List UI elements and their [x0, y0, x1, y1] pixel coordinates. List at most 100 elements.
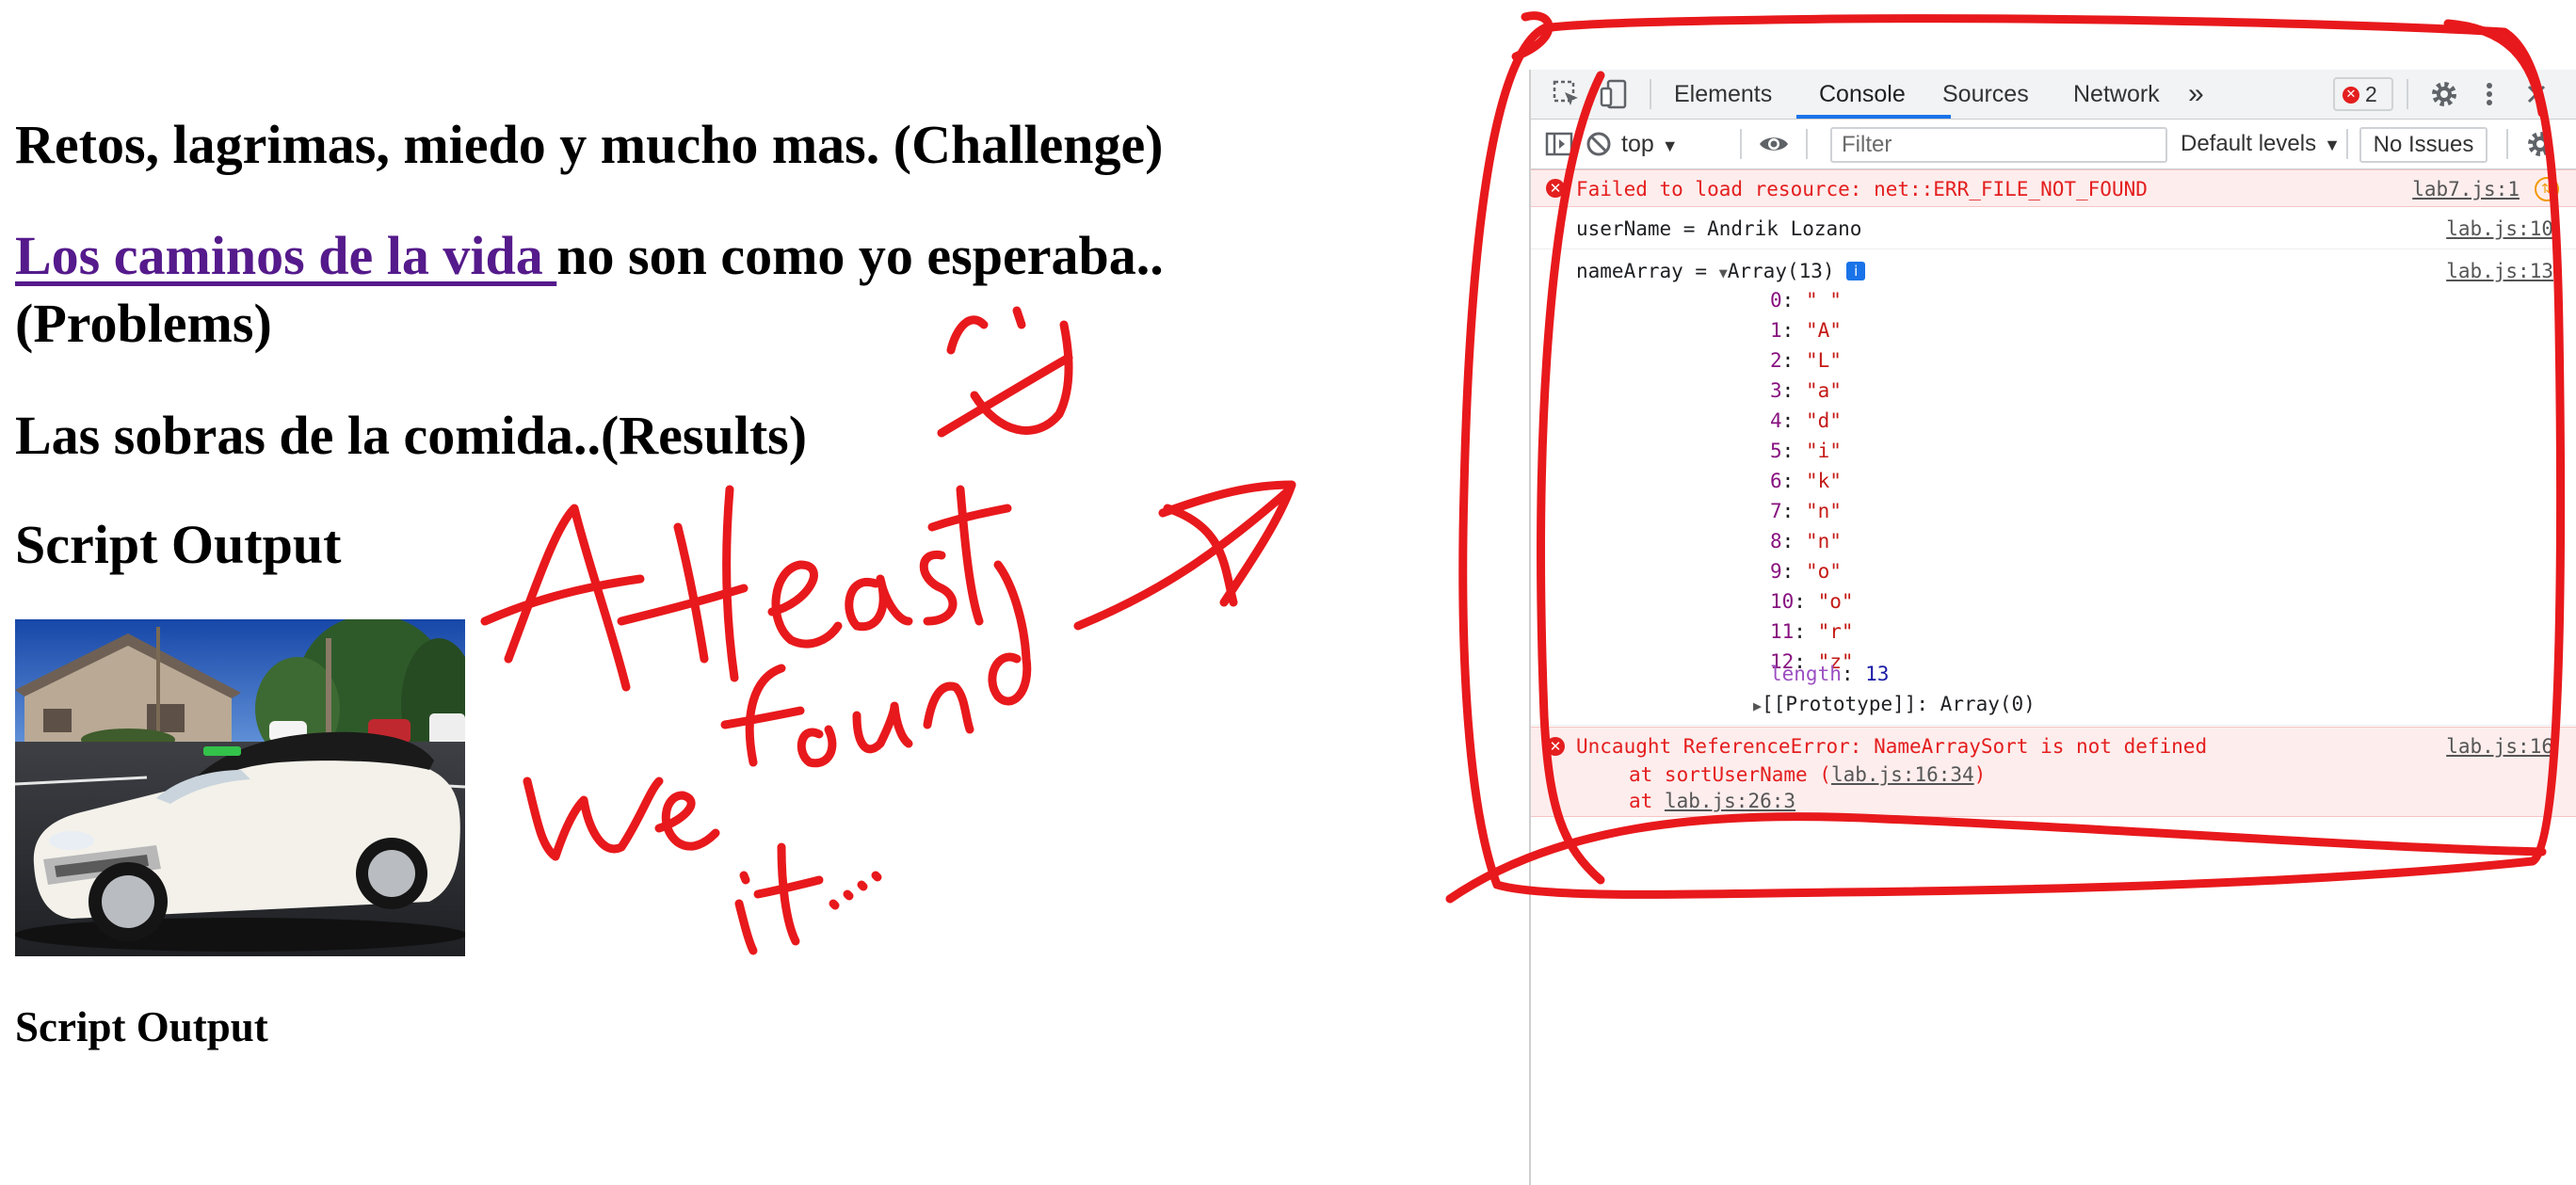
more-tabs-button[interactable]: »: [2188, 70, 2204, 119]
clear-console-icon[interactable]: [1582, 127, 1616, 161]
divider: [2506, 129, 2508, 159]
error-text: Uncaught ReferenceError: NameArraySort i…: [1576, 735, 2208, 758]
settings-gear-icon[interactable]: [2427, 77, 2461, 111]
heading-script-output: Script Output: [15, 514, 342, 575]
array-index: 0: [1770, 289, 1782, 312]
context-selector[interactable]: top ▼: [1621, 120, 1679, 168]
error-icon: ✕: [1546, 179, 1565, 198]
array-value: "d": [1805, 409, 1842, 432]
sidebar-toggle-icon[interactable]: [1542, 127, 1576, 161]
array-value: "A": [1805, 319, 1842, 342]
issues-button[interactable]: No Issues: [2359, 127, 2487, 163]
array-index: 5: [1770, 440, 1782, 462]
array-index: 9: [1770, 560, 1782, 583]
console-log-message: userName = Andrik Lozano lab.js:10: [1531, 208, 2576, 249]
array-value: "o": [1817, 590, 1854, 613]
array-item: 11: "r": [1770, 620, 1854, 643]
close-icon[interactable]: [2520, 77, 2553, 111]
source-link[interactable]: lab7.js:1: [2412, 178, 2520, 200]
array-value: "k": [1805, 470, 1842, 492]
divider: [1806, 129, 1808, 159]
kebab-menu-icon[interactable]: [2472, 77, 2506, 111]
heading-results: Las sobras de la comida..(Results): [15, 405, 808, 466]
array-item: 8: "n": [1770, 530, 1842, 552]
array-value: "o": [1805, 560, 1842, 583]
length-key: length: [1770, 663, 1842, 685]
error-count-badge[interactable]: ✕ 2: [2333, 77, 2393, 111]
trace-link[interactable]: lab.js:26:3: [1665, 790, 1795, 812]
divider: [2407, 79, 2408, 109]
heading-problems: Los caminos de la vida no son como yo es…: [15, 222, 1352, 358]
array-value: "i": [1805, 440, 1842, 462]
array-item: 10: "o": [1770, 590, 1854, 613]
log-text: userName = Andrik Lozano: [1576, 217, 1862, 240]
heading-challenge: Retos, lagrimas, miedo y mucho mas. (Cha…: [15, 114, 1164, 175]
array-item: 5: "i": [1770, 440, 1842, 462]
console-log-message: nameArray = ▼Array(13) i lab.js:13 0: " …: [1531, 250, 2576, 726]
source-link[interactable]: lab.js:13: [2446, 260, 2553, 282]
array-index: 7: [1770, 500, 1782, 522]
info-icon[interactable]: i: [1846, 262, 1866, 280]
array-index: 8: [1770, 530, 1782, 552]
source-link[interactable]: lab.js:10: [2446, 217, 2553, 240]
array-value: " ": [1805, 289, 1842, 312]
caminos-link[interactable]: Los caminos de la vida: [15, 225, 556, 286]
inspect-element-icon[interactable]: [1550, 77, 1584, 111]
network-request-icon[interactable]: ⇅: [2535, 177, 2559, 201]
array-item: 6: "k": [1770, 470, 1842, 492]
divider: [1650, 79, 1651, 109]
array-item: 3: "a": [1770, 379, 1842, 402]
devtools-panel: Elements Console Sources Network » ✕ 2 t…: [1529, 70, 2576, 1185]
array-index: 4: [1770, 409, 1782, 432]
device-toolbar-icon[interactable]: [1597, 77, 1631, 111]
console-toolbar: top ▼ Default levels ▼ No Issues: [1531, 120, 2576, 169]
array-prototype[interactable]: ▶[[Prototype]]: Array(0): [1753, 689, 2036, 721]
array-prefix: nameArray =: [1576, 260, 1719, 282]
devtools-tabbar: Elements Console Sources Network » ✕ 2: [1531, 70, 2576, 120]
filter-input[interactable]: [1830, 127, 2167, 163]
tab-elements[interactable]: Elements: [1674, 70, 1772, 119]
trace-text: at: [1629, 790, 1665, 812]
array-value: "n": [1805, 530, 1842, 552]
source-link[interactable]: lab.js:16: [2446, 735, 2553, 758]
array-index: 2: [1770, 349, 1782, 372]
array-summary[interactable]: Array(13): [1728, 260, 1835, 282]
tab-network[interactable]: Network: [2073, 70, 2160, 119]
array-index: 3: [1770, 379, 1782, 402]
array-length: length: 13: [1770, 663, 1890, 685]
error-badge-icon: ✕: [2343, 87, 2359, 104]
levels-label: Default levels: [2181, 131, 2317, 156]
error-text: Failed to load resource: net::ERR_FILE_N…: [1576, 178, 2148, 200]
context-label: top: [1621, 131, 1654, 157]
expand-triangle-icon[interactable]: ▼: [1719, 264, 1728, 281]
trace-link[interactable]: lab.js:16:34: [1831, 763, 1974, 786]
stack-trace-line: at lab.js:26:3: [1629, 790, 1795, 812]
console-settings-gear-icon[interactable]: [2523, 127, 2557, 161]
log-levels-dropdown[interactable]: Default levels ▼: [2181, 120, 2341, 168]
active-tab-indicator: [1796, 115, 1951, 119]
divider: [2346, 129, 2348, 159]
trace-text: ): [1973, 763, 1987, 786]
heading-script-output-2: Script Output: [15, 1003, 268, 1050]
array-item: 1: "A": [1770, 319, 1842, 342]
console-error-message: ✕ Uncaught ReferenceError: NameArraySort…: [1531, 727, 2576, 817]
array-value: "n": [1805, 500, 1842, 522]
array-value: "L": [1805, 349, 1842, 372]
array-item: 2: "L": [1770, 349, 1842, 372]
live-expression-eye-icon[interactable]: [1757, 127, 1791, 161]
array-item: 0: " ": [1770, 289, 1842, 312]
array-index: 11: [1770, 620, 1795, 643]
tab-sources[interactable]: Sources: [1942, 70, 2029, 119]
error-icon: ✕: [1546, 737, 1565, 756]
array-index: 1: [1770, 319, 1782, 342]
array-item: 7: "n": [1770, 500, 1842, 522]
array-value: "r": [1817, 620, 1854, 643]
chevron-down-icon: ▼: [1661, 136, 1679, 155]
console-error-message: ✕ Failed to load resource: net::ERR_FILE…: [1531, 169, 2576, 207]
car-photo: [15, 619, 465, 956]
array-index: 6: [1770, 470, 1782, 492]
expand-triangle-icon[interactable]: ▶: [1753, 697, 1762, 714]
tab-console[interactable]: Console: [1819, 70, 1906, 119]
array-index: 10: [1770, 590, 1795, 613]
length-value: 13: [1865, 663, 1890, 685]
